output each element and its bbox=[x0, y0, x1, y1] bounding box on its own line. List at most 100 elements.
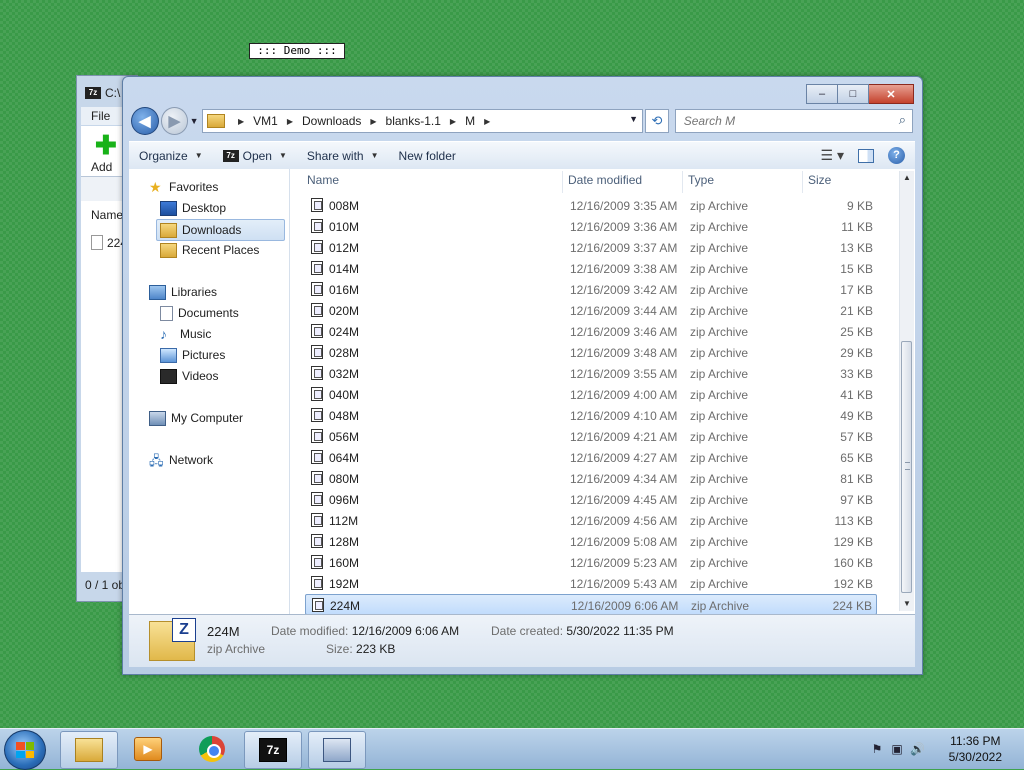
file-row[interactable]: 040M 12/16/2009 4:00 AM zip Archive 41 KB bbox=[305, 384, 877, 405]
breadcrumb-item[interactable]: blanks-1.1 bbox=[384, 114, 443, 128]
recent-pages-dropdown[interactable]: ▼ bbox=[188, 116, 200, 126]
nav-favorites[interactable]: ★ Favorites bbox=[149, 177, 218, 197]
nav-documents[interactable]: Documents bbox=[160, 303, 239, 323]
file-date: 12/16/2009 4:00 AM bbox=[570, 388, 678, 402]
file-row[interactable]: 056M 12/16/2009 4:21 AM zip Archive 57 KB bbox=[305, 426, 877, 447]
close-button[interactable]: ✕ bbox=[869, 84, 914, 104]
chevron-right-icon[interactable]: ▶ bbox=[443, 117, 463, 126]
nav-music[interactable]: ♪ Music bbox=[160, 324, 211, 344]
file-row[interactable]: 048M 12/16/2009 4:10 AM zip Archive 49 KB bbox=[305, 405, 877, 426]
taskbar-chrome[interactable] bbox=[184, 731, 240, 767]
refresh-button[interactable]: ⟲ bbox=[645, 109, 669, 133]
maximize-button[interactable]: □ bbox=[838, 84, 869, 104]
star-icon: ★ bbox=[149, 178, 162, 195]
network-tray-icon[interactable]: ▣ bbox=[890, 742, 904, 756]
file-name: 048M bbox=[329, 409, 360, 423]
column-header-name[interactable]: Name bbox=[307, 173, 557, 193]
file-row[interactable]: 064M 12/16/2009 4:27 AM zip Archive 65 KB bbox=[305, 447, 877, 468]
column-divider[interactable] bbox=[802, 171, 803, 193]
nav-desktop[interactable]: Desktop bbox=[160, 198, 226, 218]
start-button[interactable] bbox=[4, 730, 46, 770]
zip-file-icon bbox=[311, 471, 323, 485]
column-header-type[interactable]: Type bbox=[688, 173, 800, 193]
column-header-date[interactable]: Date modified bbox=[568, 173, 683, 193]
back-button[interactable]: ◀ bbox=[131, 107, 159, 135]
column-header-size[interactable]: Size bbox=[808, 173, 878, 193]
scroll-down-icon[interactable]: ▼ bbox=[900, 597, 914, 611]
bg-add-label[interactable]: Add bbox=[91, 160, 112, 174]
breadcrumb-item[interactable]: M bbox=[463, 114, 477, 128]
search-icon[interactable]: ⌕ bbox=[899, 112, 906, 128]
file-row[interactable]: 024M 12/16/2009 3:46 AM zip Archive 25 KB bbox=[305, 321, 877, 342]
nav-label: Favorites bbox=[169, 180, 219, 194]
volume-icon[interactable]: 🔊 bbox=[910, 742, 925, 756]
bg-list-header[interactable]: Name bbox=[91, 208, 123, 222]
nav-videos[interactable]: Videos bbox=[160, 366, 218, 386]
file-row[interactable]: 080M 12/16/2009 4:34 AM zip Archive 81 KB bbox=[305, 468, 877, 489]
zip-file-icon bbox=[311, 387, 323, 401]
clock[interactable]: 11:36 PM 5/30/2022 bbox=[949, 733, 1002, 765]
taskbar-explorer[interactable] bbox=[60, 731, 118, 769]
search-box[interactable]: ⌕ bbox=[674, 109, 913, 133]
action-center-icon[interactable]: ⚑ bbox=[870, 742, 884, 756]
nav-libraries[interactable]: Libraries bbox=[149, 282, 217, 302]
chevron-right-icon[interactable]: ▶ bbox=[477, 117, 497, 126]
chevron-down-icon: ▼ bbox=[194, 151, 203, 160]
folder-icon bbox=[207, 114, 225, 128]
organize-button[interactable]: Organize ▼ bbox=[129, 142, 213, 169]
file-type: zip Archive bbox=[690, 304, 749, 318]
file-row[interactable]: 032M 12/16/2009 3:55 AM zip Archive 33 KB bbox=[305, 363, 877, 384]
file-name: 064M bbox=[329, 451, 360, 465]
file-row[interactable]: 192M 12/16/2009 5:43 AM zip Archive 192 KB bbox=[305, 573, 877, 594]
bg-window-title: 7z C:\ bbox=[85, 86, 120, 100]
add-icon[interactable]: ✚ bbox=[95, 132, 117, 158]
file-date: 12/16/2009 4:21 AM bbox=[570, 430, 678, 444]
file-size: 160 KB bbox=[833, 556, 873, 570]
help-icon[interactable]: ? bbox=[888, 147, 905, 164]
file-row[interactable]: 008M 12/16/2009 3:35 AM zip Archive 9 KB bbox=[305, 195, 877, 216]
file-row[interactable]: 020M 12/16/2009 3:44 AM zip Archive 21 KB bbox=[305, 300, 877, 321]
nav-pictures[interactable]: Pictures bbox=[160, 345, 225, 365]
file-row[interactable]: 128M 12/16/2009 5:08 AM zip Archive 129 KB bbox=[305, 531, 877, 552]
taskbar-7zip[interactable]: 7z bbox=[244, 731, 302, 769]
taskbar-virtualbox[interactable] bbox=[308, 731, 366, 769]
nav-my-computer[interactable]: My Computer bbox=[149, 408, 243, 428]
file-row[interactable]: 012M 12/16/2009 3:37 AM zip Archive 13 KB bbox=[305, 237, 877, 258]
file-row[interactable]: 112M 12/16/2009 4:56 AM zip Archive 113 KB bbox=[305, 510, 877, 531]
address-dropdown-icon[interactable]: ▼ bbox=[629, 114, 638, 124]
chevron-right-icon[interactable]: ▶ bbox=[363, 117, 383, 126]
nav-recent-places[interactable]: Recent Places bbox=[160, 240, 259, 260]
breadcrumb-item[interactable]: VM1 bbox=[251, 114, 280, 128]
file-date: 12/16/2009 3:42 AM bbox=[570, 283, 678, 297]
open-button[interactable]: 7z Open ▼ bbox=[213, 142, 297, 169]
column-divider[interactable] bbox=[562, 171, 563, 193]
preview-pane-icon[interactable] bbox=[858, 148, 874, 163]
file-row[interactable]: 224M 12/16/2009 6:06 AM zip Archive 224 KB bbox=[305, 594, 877, 615]
file-row[interactable]: 016M 12/16/2009 3:42 AM zip Archive 17 KB bbox=[305, 279, 877, 300]
chevron-right-icon[interactable]: ▶ bbox=[231, 117, 251, 126]
file-row[interactable]: 160M 12/16/2009 5:23 AM zip Archive 160 KB bbox=[305, 552, 877, 573]
breadcrumb-item[interactable]: Downloads bbox=[300, 114, 363, 128]
share-with-button[interactable]: Share with ▼ bbox=[297, 142, 389, 169]
scrollbar-thumb[interactable] bbox=[901, 341, 912, 593]
search-input[interactable] bbox=[681, 113, 886, 129]
scroll-up-icon[interactable]: ▲ bbox=[900, 171, 914, 185]
zip-file-icon bbox=[311, 324, 323, 338]
forward-button[interactable]: ▶ bbox=[160, 107, 189, 135]
taskbar-media-player[interactable]: ▶ bbox=[120, 731, 176, 767]
view-options-icon[interactable]: ☰ ▾ bbox=[821, 147, 844, 164]
vertical-scrollbar[interactable]: ▲ ▼ bbox=[899, 171, 914, 611]
nav-network[interactable]: 🖧 Network bbox=[149, 450, 213, 470]
column-divider[interactable] bbox=[682, 171, 683, 193]
nav-downloads[interactable]: Downloads bbox=[156, 219, 285, 241]
file-row[interactable]: 010M 12/16/2009 3:36 AM zip Archive 11 KB bbox=[305, 216, 877, 237]
file-row[interactable]: 014M 12/16/2009 3:38 AM zip Archive 15 KB bbox=[305, 258, 877, 279]
chevron-right-icon[interactable]: ▶ bbox=[280, 117, 300, 126]
zip-file-icon bbox=[311, 366, 323, 380]
new-folder-button[interactable]: New folder bbox=[389, 142, 466, 169]
file-row[interactable]: 028M 12/16/2009 3:48 AM zip Archive 29 KB bbox=[305, 342, 877, 363]
file-row[interactable]: 096M 12/16/2009 4:45 AM zip Archive 97 KB bbox=[305, 489, 877, 510]
address-bar[interactable]: ▶ VM1 ▶ Downloads ▶ blanks-1.1 ▶ M ▶ ▼ bbox=[202, 109, 644, 133]
minimize-button[interactable]: – bbox=[806, 84, 838, 104]
zip-file-icon bbox=[311, 492, 323, 506]
